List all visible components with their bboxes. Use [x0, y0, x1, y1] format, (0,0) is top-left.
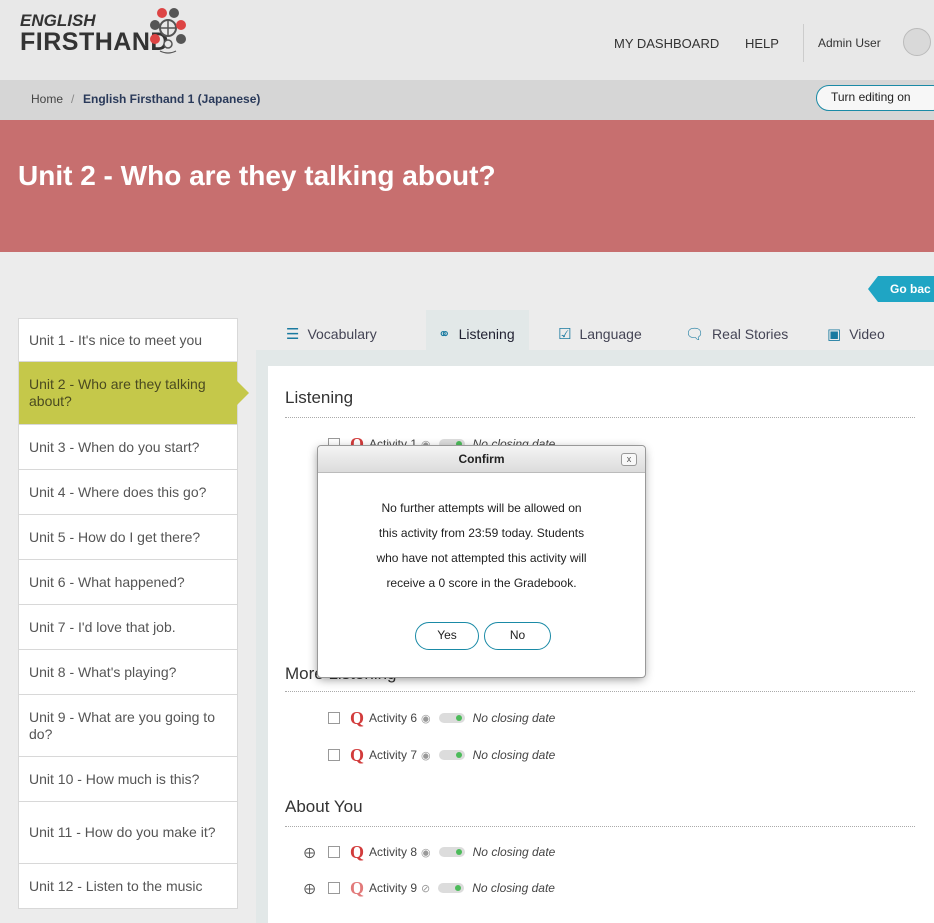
sidebar-item-unit-1[interactable]: Unit 1 - It's nice to meet you [18, 318, 238, 362]
section-title-listening: Listening [285, 388, 354, 407]
dialog-message-line: receive a 0 score in the Gradebook. [386, 576, 577, 590]
close-icon[interactable]: x [621, 453, 637, 466]
availability-toggle[interactable] [438, 713, 465, 723]
restricted-icon: ⨁ [304, 846, 315, 859]
tab-language[interactable]: ☑ Language [558, 310, 642, 358]
dialog-title: Confirm [458, 452, 505, 466]
headphones-icon: ⚭ [438, 326, 451, 343]
video-icon: ▣ [827, 326, 842, 343]
quiz-icon: Q [350, 841, 365, 862]
section-divider [285, 826, 915, 827]
section-divider [285, 417, 915, 418]
tab-label: Vocabulary [307, 326, 377, 342]
sidebar-item-unit-7[interactable]: Unit 7 - I'd love that job. [18, 605, 238, 650]
breadcrumb-separator: / [71, 92, 75, 106]
status-dot [455, 849, 462, 855]
activity-link[interactable]: Activity 6 [369, 711, 417, 725]
sidebar-item-unit-5[interactable]: Unit 5 - How do I get there? [18, 515, 238, 560]
restricted-icon: ⨁ [304, 882, 315, 895]
section-title-about-you: About You [285, 797, 363, 816]
dialog-message: No further attempts will be allowed on t… [318, 496, 645, 596]
closing-date: No closing date [472, 711, 556, 725]
breadcrumb-course-link[interactable]: English Firsthand 1 (Japanese) [83, 92, 260, 106]
closing-date: No closing date [472, 845, 556, 859]
dialog-message-line: No further attempts will be allowed on [381, 501, 582, 515]
yes-button[interactable]: Yes [415, 622, 479, 650]
nav-my-dashboard[interactable]: MY DASHBOARD [614, 36, 719, 51]
sidebar-item-unit-12[interactable]: Unit 12 - Listen to the music [18, 864, 238, 909]
sidebar-item-unit-6[interactable]: Unit 6 - What happened? [18, 560, 238, 605]
tab-label: Real Stories [712, 326, 789, 342]
nav-divider [803, 24, 804, 62]
avatar[interactable] [903, 28, 931, 56]
sidebar-item-unit-4[interactable]: Unit 4 - Where does this go? [18, 470, 238, 515]
unit-sidebar: Unit 1 - It's nice to meet you Unit 2 - … [18, 318, 249, 909]
activity-row[interactable]: Q Activity 6 ◉ No closing date [328, 708, 555, 728]
closing-date: No closing date [472, 881, 555, 895]
checkbox-icon: ☑ [558, 326, 572, 343]
completion-checkbox[interactable] [328, 882, 340, 894]
tab-video[interactable]: ▣ Video [827, 310, 885, 358]
logo-globe-icon [150, 8, 186, 54]
sidebar-item-unit-10[interactable]: Unit 10 - How much is this? [18, 757, 238, 802]
quiz-icon: Q [350, 707, 365, 728]
quiz-icon: Q [350, 744, 365, 765]
completion-checkbox[interactable] [328, 749, 340, 761]
nav-help[interactable]: HELP [745, 36, 779, 51]
section-tabs: ☰ Vocabulary ⚭ Listening ☑ Language 🗨 Re… [268, 310, 934, 358]
turn-editing-on-button[interactable]: Turn editing on [816, 85, 934, 111]
completion-checkbox[interactable] [328, 846, 340, 858]
activity-link[interactable]: Activity 8 [369, 845, 417, 859]
status-dot [455, 885, 462, 891]
sidebar-item-unit-11[interactable]: Unit 11 - How do you make it? [18, 802, 238, 864]
activity-link[interactable]: Activity 9 [369, 881, 417, 895]
availability-toggle[interactable] [438, 847, 465, 857]
availability-toggle[interactable] [438, 883, 465, 893]
tab-listening[interactable]: ⚭ Listening [426, 310, 529, 358]
breadcrumb-home-link[interactable]: Home [31, 92, 63, 106]
activity-row[interactable]: Q Activity 7 ◉ No closing date [328, 745, 555, 765]
dialog-message-line: this activity from 23:59 today. Students [378, 526, 585, 540]
go-back-button[interactable]: Go bac [868, 276, 934, 302]
confirm-dialog: Confirm x No further attempts will be al… [317, 445, 646, 678]
dialog-message-line: who have not attempted this activity wil… [376, 551, 587, 565]
tab-label: Language [579, 326, 642, 342]
sidebar-item-unit-8[interactable]: Unit 8 - What's playing? [18, 650, 238, 695]
list-icon: ☰ [286, 326, 300, 343]
completion-checkbox[interactable] [328, 712, 340, 724]
closing-date: No closing date [472, 748, 556, 762]
sidebar-item-unit-2[interactable]: Unit 2 - Who are they talking about? [18, 362, 249, 425]
tab-label: Listening [458, 326, 515, 342]
status-dot [455, 752, 462, 758]
user-menu-name[interactable]: Admin User [818, 36, 881, 50]
activity-row[interactable]: ⨁ Q Activity 9 ⊘ No closing date [304, 877, 555, 898]
sidebar-item-unit-3[interactable]: Unit 3 - When do you start? [18, 425, 238, 470]
chat-bubbles-icon: 🗨 [685, 326, 705, 343]
eye-icon[interactable]: ◉ [421, 712, 431, 725]
eye-slash-icon[interactable]: ⊘ [421, 882, 430, 895]
availability-toggle[interactable] [438, 750, 465, 760]
eye-icon[interactable]: ◉ [421, 846, 431, 859]
tab-vocabulary[interactable]: ☰ Vocabulary [286, 310, 377, 358]
quiz-icon: Q [350, 877, 365, 898]
page-title: Unit 2 - Who are they talking about? [18, 160, 496, 191]
eye-icon[interactable]: ◉ [421, 749, 431, 762]
status-dot [455, 715, 462, 721]
activity-row[interactable]: ⨁ Q Activity 8 ◉ No closing date [304, 841, 556, 862]
tab-real-stories[interactable]: 🗨 Real Stories [685, 310, 788, 358]
no-button[interactable]: No [484, 622, 551, 650]
tab-label: Video [849, 326, 885, 342]
sidebar-item-unit-9[interactable]: Unit 9 - What are you going to do? [18, 695, 238, 757]
activity-link[interactable]: Activity 7 [369, 748, 417, 762]
section-divider [285, 691, 915, 692]
